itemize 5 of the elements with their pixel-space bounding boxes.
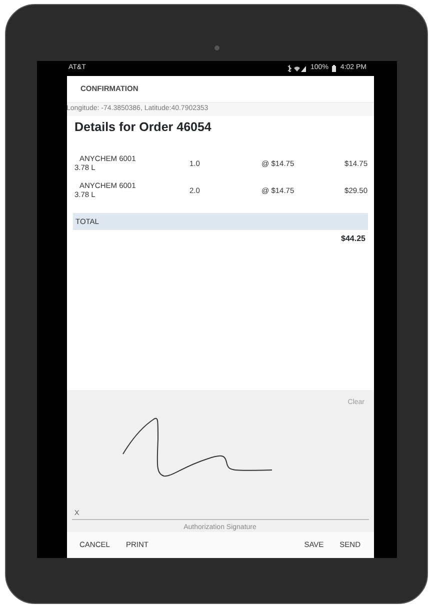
order-heading: Details for Order 46054	[74, 118, 212, 134]
battery-icon	[332, 65, 336, 72]
camera-icon	[214, 45, 220, 51]
status-icons	[286, 65, 307, 72]
total-amount: $44.25	[341, 234, 366, 243]
